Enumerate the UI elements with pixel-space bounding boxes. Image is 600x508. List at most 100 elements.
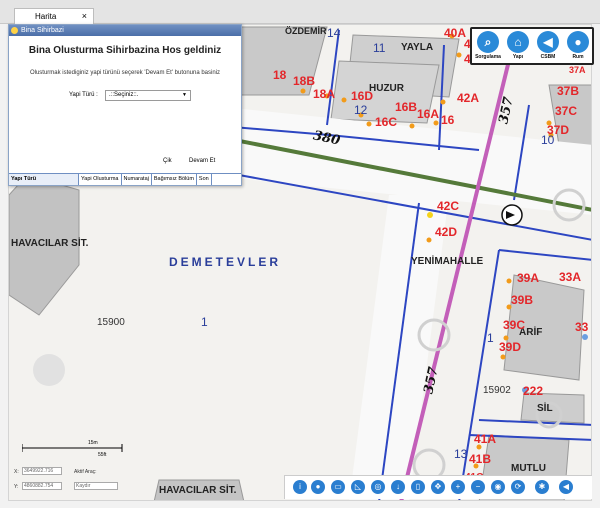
door-number: 16C: [375, 115, 398, 129]
csbm-tool[interactable]: ◀ CSBM: [534, 31, 562, 60]
street-number: 1: [201, 315, 208, 329]
door-number: 16B: [395, 100, 418, 114]
zoom-extent-icon[interactable]: ◉: [491, 480, 505, 494]
close-icon[interactable]: ×: [82, 9, 87, 24]
door-number: 18A: [313, 87, 336, 101]
door-number: 39D: [499, 340, 522, 354]
street-number: 1: [487, 331, 494, 345]
coordinate-panel: X: 3649922.716 Y: 4860882.754 Aktif Araç…: [14, 466, 154, 496]
place-label: SİL: [537, 403, 553, 414]
y-coordinate: 4860882.754: [22, 482, 62, 490]
place-label: HAVACILAR SİT.: [11, 238, 89, 249]
exit-button[interactable]: Çik: [163, 158, 172, 164]
door-number: 37D: [547, 123, 570, 137]
door-number: 39C: [503, 318, 526, 332]
door-number: 39A: [517, 271, 540, 285]
door-number: 33: [575, 320, 589, 334]
scale-feet: 55ft: [98, 452, 107, 458]
door-number: 41B: [469, 452, 492, 466]
tab-bar: Harita ×: [0, 0, 600, 24]
door-number: 39B: [511, 293, 534, 307]
tool-label: Sorgulama: [475, 54, 501, 60]
scale-meters: 15m: [88, 440, 98, 446]
dialog-title: Bina Olusturma Sihirbazina Hos geldiniz: [28, 45, 222, 56]
refresh-icon[interactable]: ⟳: [511, 480, 525, 494]
info-icon[interactable]: i: [293, 480, 307, 494]
place-label: HUZUR: [369, 83, 404, 94]
parcel-number: 15902: [483, 385, 511, 396]
place-label: YAYLA: [401, 42, 434, 53]
street-number: 12: [354, 103, 368, 117]
door-number: 16: [441, 113, 455, 127]
bottom-toolbar: i ● ▭ ◺ ◎ ↓ ▯ ✥ + − ◉ ⟳ ✱ ◀: [284, 475, 592, 499]
step-item[interactable]: Son: [197, 174, 212, 185]
door-number: 18B: [293, 74, 316, 88]
tab-harita[interactable]: Harita ×: [14, 8, 94, 24]
search-icon: ⌕: [477, 31, 499, 53]
x-coordinate: 3649922.716: [22, 467, 62, 475]
dialog-header[interactable]: Bina Sihirbazi: [9, 25, 241, 36]
zoom-in-icon[interactable]: +: [451, 480, 465, 494]
parcel-number: 15900: [97, 317, 125, 328]
active-tool-value: Kaydır: [74, 482, 118, 490]
building-wizard-dialog: Bina Sihirbazi Bina Olusturma Sihirbazin…: [8, 24, 242, 186]
dialog-description: Olusturmak istediginiz yapi türünü seçer…: [29, 70, 221, 76]
door-number: 40A: [444, 26, 467, 40]
wizard-icon: [11, 27, 18, 34]
door-number: 37B: [557, 84, 580, 98]
tab-label: Harita: [35, 12, 57, 21]
door-number: 18: [273, 68, 287, 82]
settings-icon[interactable]: ✱: [535, 480, 549, 494]
street-number: 11: [373, 41, 386, 55]
building-icon: ⌂: [507, 31, 529, 53]
other-icon: ●: [567, 31, 589, 53]
door-number: 42C: [437, 199, 460, 213]
zoom-out-icon[interactable]: −: [471, 480, 485, 494]
wizard-steps: Yapı Türü Yapi Olusturma Numarataj Bağım…: [9, 173, 241, 185]
building-type-row: Yapi Türü : .::Seçiniz::. ▼: [9, 90, 241, 102]
scale-graphic: [21, 444, 123, 452]
door-number: 41A: [474, 432, 497, 446]
place-label: MUTLU: [511, 463, 546, 474]
building-type-label: Yapi Türü :: [69, 92, 98, 98]
rum-tool[interactable]: ● Rum: [564, 31, 592, 60]
dialog-header-label: Bina Sihirbazi: [21, 27, 64, 34]
y-label: Y:: [14, 484, 19, 490]
globe-icon[interactable]: ◎: [371, 480, 385, 494]
tool-label: Yapı: [512, 54, 524, 60]
tool-panel: ⌕ Sorgulama ⌂ Yapı ◀ CSBM ● Rum: [470, 27, 594, 65]
next-button[interactable]: Devam Et: [189, 158, 215, 164]
door-number: 33A: [559, 270, 582, 284]
place-label: ÖZDEMİR: [285, 26, 327, 36]
neighborhood-label: DEMETEVLER: [169, 255, 282, 269]
chevron-down-icon: ▼: [182, 92, 187, 98]
select-value: .::Seçiniz::.: [109, 92, 139, 98]
tool-label: Rum: [572, 54, 584, 60]
x-label: X:: [14, 469, 19, 475]
step-item[interactable]: Numarataj: [122, 174, 152, 185]
measure-icon[interactable]: ◺: [351, 480, 365, 494]
dialog-buttons: Çik Devam Et: [9, 158, 241, 168]
door-number: 37A: [569, 65, 586, 75]
door-number: 16D: [351, 89, 374, 103]
query-tool[interactable]: ⌕ Sorgulama: [474, 31, 502, 60]
pin-icon[interactable]: ↓: [391, 480, 405, 494]
print-icon[interactable]: ▭: [331, 480, 345, 494]
street-icon: ◀: [537, 31, 559, 53]
door-number: 42A: [457, 91, 480, 105]
step-item[interactable]: Yapı Türü: [9, 174, 79, 185]
back-icon[interactable]: ◀: [559, 480, 573, 494]
street-number: 14: [327, 26, 341, 40]
document-icon[interactable]: ▯: [411, 480, 425, 494]
door-number: 37C: [555, 104, 578, 118]
pan-icon[interactable]: ✥: [431, 480, 445, 494]
active-tool-label: Aktif Araç:: [74, 469, 97, 475]
step-item[interactable]: Yapi Olusturma: [79, 174, 122, 185]
building-tool[interactable]: ⌂ Yapı: [504, 31, 532, 60]
step-item[interactable]: Bağımsız Bölüm: [152, 174, 197, 185]
scale-bar: 15m 55ft: [21, 440, 132, 460]
place-label: YENİMAHALLE: [411, 256, 484, 267]
door-number: 222: [523, 384, 544, 398]
building-type-select[interactable]: .::Seçiniz::. ▼: [105, 90, 191, 101]
layers-icon[interactable]: ●: [311, 480, 325, 494]
